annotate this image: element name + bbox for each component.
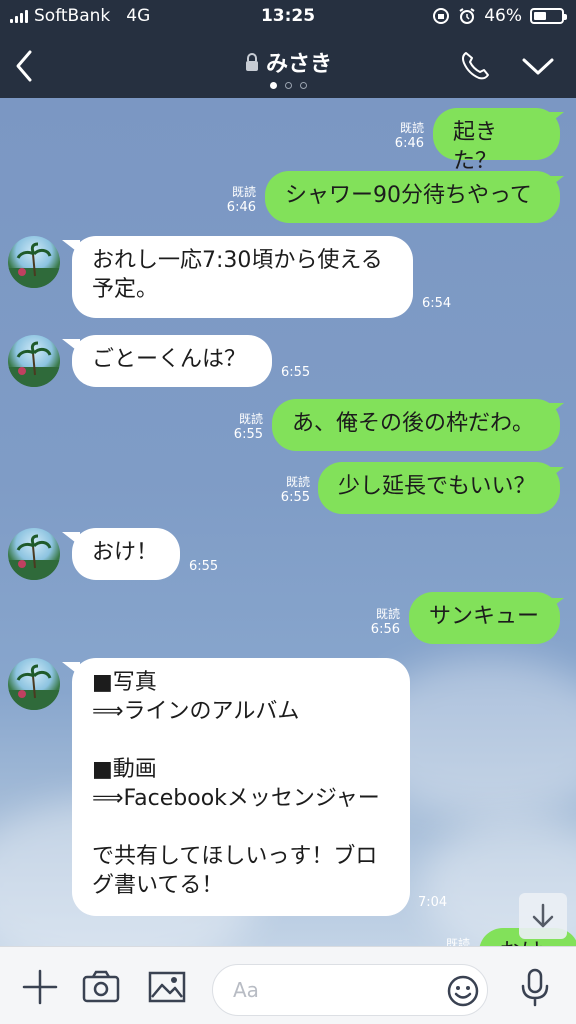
message-time: 6:46: [394, 136, 424, 151]
microphone-icon: [521, 968, 549, 1007]
emoji-button[interactable]: [447, 975, 479, 1007]
message-bubble-outgoing[interactable]: 少し延長でもいい？: [318, 462, 560, 514]
chat-area[interactable]: 既読 6:46 起きた？ 既読 6:46 シャワー90分待ちやって おれし一応7…: [0, 98, 576, 946]
microphone-button[interactable]: [515, 967, 555, 1007]
camera-button[interactable]: [81, 967, 121, 1007]
message-meta: 既読: [422, 936, 470, 946]
status-bar: SoftBank 4G 13:25 46%: [0, 0, 576, 34]
message-bubble-outgoing[interactable]: 起きた？: [433, 108, 560, 174]
image-button[interactable]: [147, 967, 187, 1007]
message-input-box[interactable]: [212, 964, 488, 1016]
palm-tree-avatar-image: [8, 341, 60, 387]
read-receipt: 既読: [285, 475, 310, 489]
message-meta: 既読 6:46: [208, 184, 256, 216]
page-dot: [269, 82, 277, 89]
read-receipt: 既読: [375, 607, 400, 621]
battery-percent: 46%: [484, 6, 522, 26]
message-meta: 既読 6:56: [352, 606, 400, 638]
message-time: 6:56: [370, 622, 400, 637]
status-right: 46%: [432, 6, 567, 26]
battery-icon: [530, 8, 567, 24]
message-bubble-outgoing[interactable]: シャワー90分待ちやって: [265, 171, 560, 223]
message-meta: 既読 6:46: [376, 120, 424, 152]
read-receipt: 既読: [445, 937, 470, 946]
message-bubble-outgoing[interactable]: あ、俺その後の枠だわ。: [272, 399, 560, 451]
page-dot: [299, 82, 307, 89]
menu-button[interactable]: [520, 54, 556, 78]
emoji-icon: [447, 975, 479, 1007]
lock-icon: [245, 53, 258, 71]
message-bubble-incoming[interactable]: ■写真 ⟹ラインのアルバム ■動画 ⟹Facebookメッセンジャー で共有して…: [72, 658, 410, 916]
arrow-down-icon: [532, 903, 554, 928]
message-bubble-incoming[interactable]: ごとーくんは？: [72, 335, 272, 387]
phone-icon: [461, 52, 489, 80]
message-bubble-incoming[interactable]: おれし一応7:30頃から使える 予定。: [72, 236, 413, 318]
plus-icon: [22, 969, 58, 1005]
camera-icon: [82, 970, 120, 1003]
message-time: 6:46: [226, 200, 256, 215]
palm-tree-avatar-image: [8, 664, 60, 710]
orientation-lock-icon: [433, 8, 450, 24]
message-bubble-incoming[interactable]: おけ！: [72, 528, 180, 580]
chat-title: みさき: [265, 52, 332, 77]
input-bar: [0, 946, 576, 1024]
message-time: 6:55: [281, 365, 311, 380]
message-time: 6:55: [233, 427, 263, 442]
battery-level: [534, 12, 546, 20]
message-time: 6:55: [280, 490, 310, 505]
message-time: 6:55: [189, 559, 219, 574]
message-meta: 既読 6:55: [215, 411, 263, 443]
plus-button[interactable]: [20, 967, 60, 1007]
avatar[interactable]: [8, 528, 60, 580]
avatar[interactable]: [8, 236, 60, 288]
image-icon: [148, 971, 186, 1003]
message-meta: 既読 6:55: [262, 474, 310, 506]
call-button[interactable]: [458, 49, 492, 83]
palm-tree-avatar-image: [8, 242, 60, 288]
read-receipt: 既読: [399, 121, 424, 135]
message-bubble-outgoing[interactable]: サンキュー: [409, 592, 560, 644]
message-time: 6:54: [422, 296, 452, 311]
chevron-down-icon: [522, 58, 554, 75]
avatar[interactable]: [8, 335, 60, 387]
read-receipt: 既読: [231, 185, 256, 199]
scroll-to-bottom-button[interactable]: [519, 893, 567, 939]
message-time: 7:04: [418, 895, 448, 910]
palm-tree-avatar-image: [8, 534, 60, 580]
alarm-icon: [459, 8, 475, 24]
chat-header: みさき: [0, 34, 576, 98]
message-input[interactable]: [233, 978, 433, 1002]
avatar[interactable]: [8, 658, 60, 710]
page-indicator: [0, 82, 576, 89]
read-receipt: 既読: [238, 412, 263, 426]
page-dot: [284, 82, 292, 89]
